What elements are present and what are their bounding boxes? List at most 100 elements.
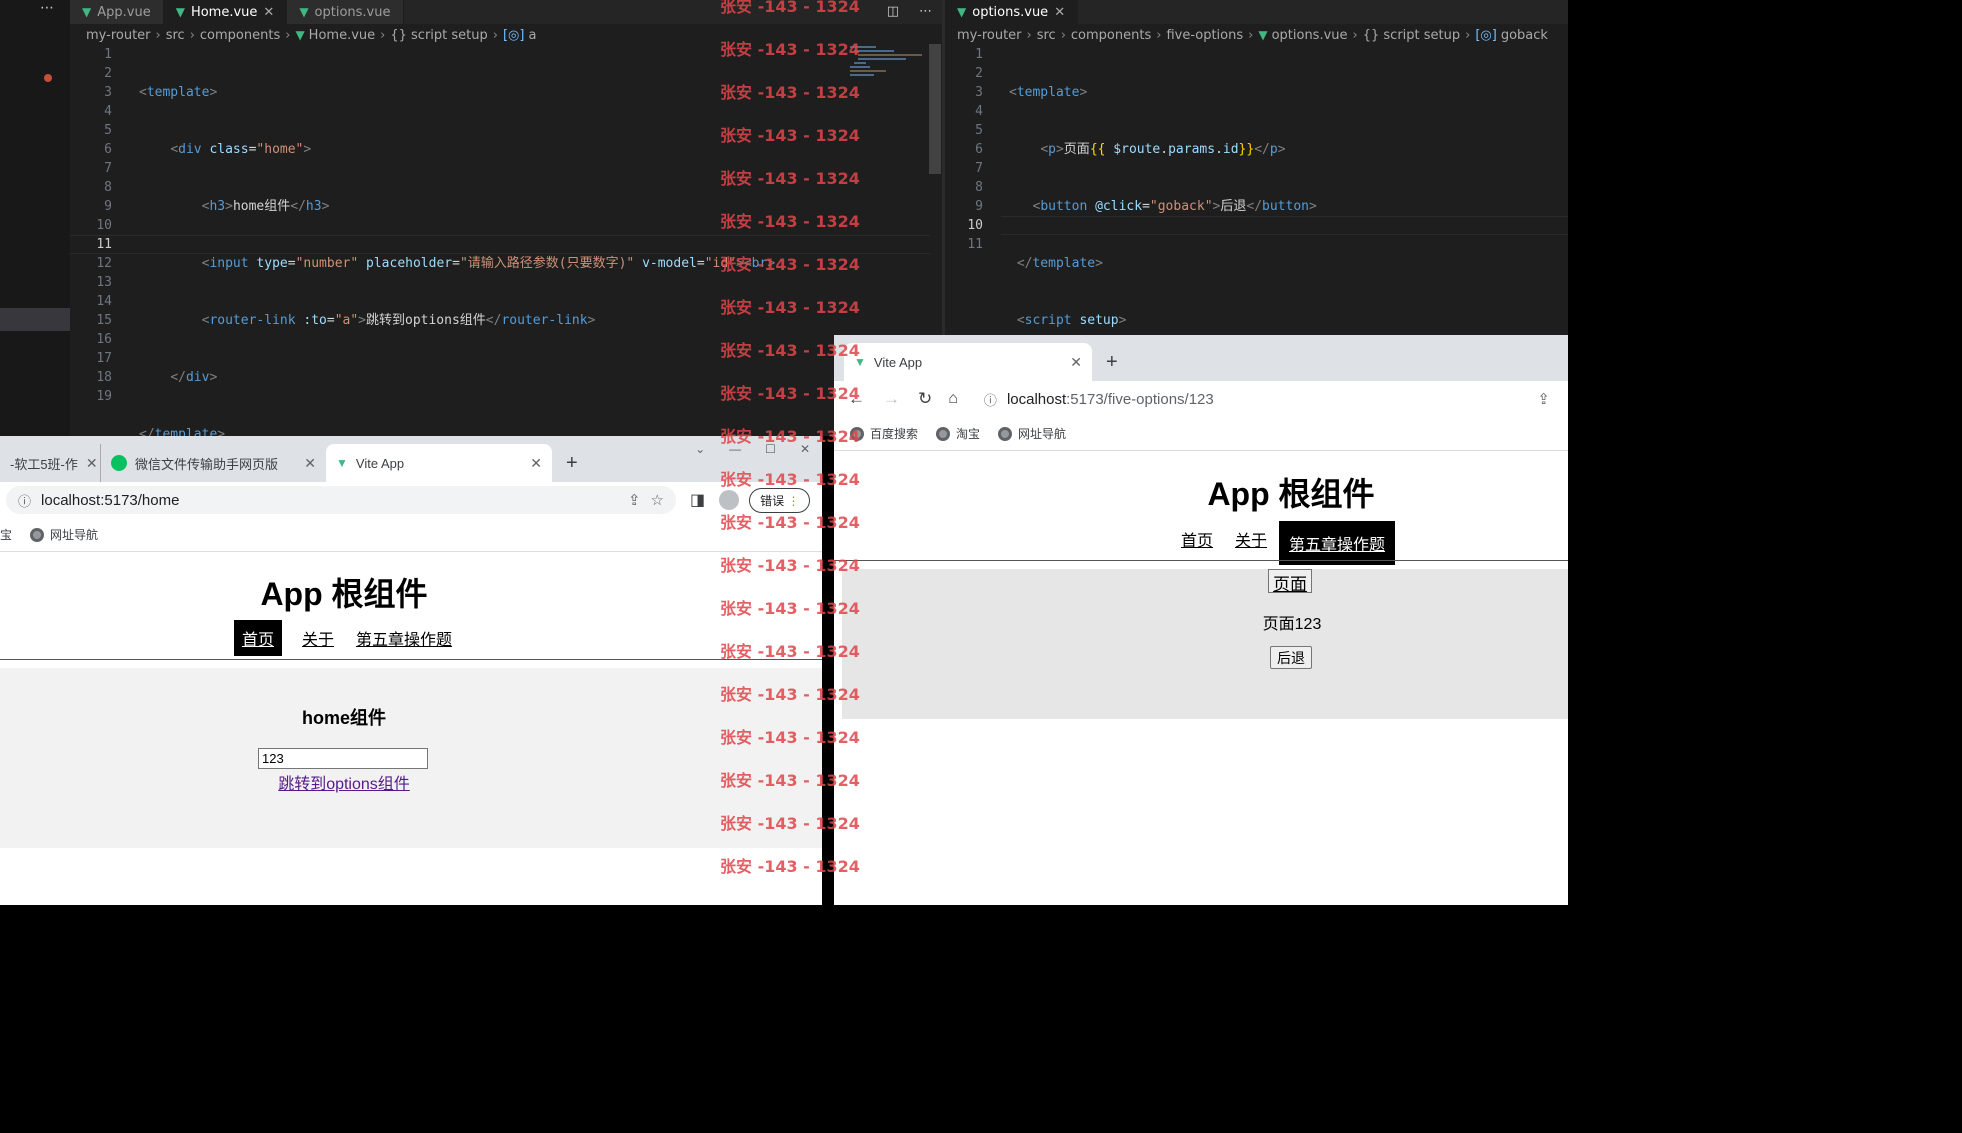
address-bar-right[interactable]: ⓘ localhost:5173/five-options/123 ⇪ xyxy=(971,385,1562,413)
crumb-script[interactable]: {} script setup xyxy=(1363,28,1460,43)
browser-toolbar: ⓘ localhost:5173/home ⇪ ☆ ◨ 错误 ⋮ xyxy=(0,482,822,518)
home-component: home组件 跳转到options组件 xyxy=(0,668,822,848)
nav-divider xyxy=(834,560,1568,561)
crumb-src[interactable]: src xyxy=(166,28,185,43)
address-bar[interactable]: ⓘ localhost:5173/home ⇪ ☆ xyxy=(6,486,676,514)
crumb-script[interactable]: {} script setup xyxy=(390,28,487,43)
crumb-folder[interactable]: five-options xyxy=(1166,28,1243,43)
tab-home-vue[interactable]: ▼ Home.vue ✕ xyxy=(163,0,288,24)
close-icon[interactable]: ✕ xyxy=(1070,354,1082,371)
watermark: 张安 -143 - 1324 xyxy=(720,212,860,231)
goback-button[interactable]: 后退 xyxy=(1270,646,1312,669)
watermark: 张安 -143 - 1324 xyxy=(720,642,860,661)
nav-about[interactable]: 关于 xyxy=(300,620,336,656)
browser-tabstrip: -软工5班-作 ✕ 微信文件传输助手网页版 ✕ ▼ Vite App ✕ + ⌄ — ☐… xyxy=(0,436,822,482)
breakpoint-dot[interactable] xyxy=(44,74,52,82)
variable-icon: [◎] xyxy=(1475,27,1497,43)
split-editor-icon[interactable]: ◫ xyxy=(877,0,909,24)
bookmark-taobao[interactable]: 淘宝 xyxy=(936,425,980,442)
watermark: 张安 -143 - 1324 xyxy=(720,470,860,489)
route-param-input[interactable] xyxy=(258,748,428,769)
bookmarks-bar: 淘宝 网址导航 xyxy=(0,518,822,552)
nav-chapter5[interactable]: 第五章操作题 xyxy=(354,620,454,656)
tab-options-vue-right[interactable]: ▼ options.vue ✕ xyxy=(945,0,1079,24)
code-area-right[interactable]: <template> <p>页面{{ $route.params.id}}</p… xyxy=(1009,45,1322,335)
browser-tab-2[interactable]: 微信文件传输助手网页版 ✕ xyxy=(100,444,326,482)
crumb-symbol[interactable]: a xyxy=(528,28,536,43)
watermark: 张安 -143 - 1324 xyxy=(720,599,860,618)
nav-about[interactable]: 关于 xyxy=(1233,521,1269,565)
share-icon[interactable]: ⇪ xyxy=(628,491,641,509)
crumb-project[interactable]: my-router xyxy=(86,28,151,43)
watermark: 张安 -143 - 1324 xyxy=(720,556,860,575)
crumb-src[interactable]: src xyxy=(1037,28,1056,43)
new-tab-icon[interactable]: + xyxy=(552,444,592,482)
browser-tab-vite-right[interactable]: ▼ Vite App ✕ xyxy=(844,343,1092,381)
bookmark-nav[interactable]: 网址导航 xyxy=(30,526,98,543)
share-icon[interactable]: ⇪ xyxy=(1537,390,1550,408)
page-button[interactable]: 页面 xyxy=(1268,569,1312,594)
editor-options-vue: ▼ options.vue ✕ my-router › src › components… xyxy=(945,0,1568,335)
new-tab-icon[interactable]: + xyxy=(1092,343,1132,381)
watermark: 张安 -143 - 1324 xyxy=(720,814,860,833)
tab-search-icon[interactable]: ⌄ xyxy=(683,436,717,462)
home-heading: home组件 xyxy=(301,708,386,728)
vue-icon: ▼ xyxy=(1258,28,1268,42)
app-title: App 根组件 xyxy=(260,576,428,612)
nav-home[interactable]: 首页 xyxy=(1179,521,1215,565)
crumb-components[interactable]: components xyxy=(1071,28,1151,43)
bookmark-taobao[interactable]: 淘宝 xyxy=(0,526,12,543)
browser-tabstrip-right: ▼ Vite App ✕ + xyxy=(834,335,1568,381)
forward-icon[interactable]: → xyxy=(883,389,900,409)
page-viewport: App 根组件 首页 关于 第五章操作题 home组件 跳转到options组件 xyxy=(0,553,822,905)
close-icon[interactable]: ✕ xyxy=(530,455,542,472)
star-icon[interactable]: ☆ xyxy=(651,491,664,509)
close-icon[interactable]: ✕ xyxy=(1054,5,1065,20)
crumb-file[interactable]: options.vue xyxy=(1272,28,1348,43)
close-icon[interactable]: ✕ xyxy=(86,455,98,472)
page-viewport-right: App 根组件 首页 关于 第五章操作题 页面 页面123 后退 xyxy=(834,452,1568,905)
globe-icon xyxy=(998,426,1013,441)
tab-options-vue[interactable]: ▼ options.vue xyxy=(287,0,404,24)
profile-icon[interactable] xyxy=(719,490,740,510)
watermark: 张安 -143 - 1324 xyxy=(720,169,860,188)
watermark: 张安 -143 - 1324 xyxy=(720,40,860,59)
more-icon[interactable]: ⋯ xyxy=(40,0,54,16)
watermark: 张安 -143 - 1324 xyxy=(720,771,860,790)
bookmark-nav[interactable]: 网址导航 xyxy=(998,425,1066,442)
nav-home[interactable]: 首页 xyxy=(233,620,282,656)
more-actions-icon[interactable]: ⋯ xyxy=(909,0,942,24)
app-nav: 首页 关于 第五章操作题 xyxy=(1179,521,1396,565)
options-link[interactable]: 跳转到options组件 xyxy=(0,770,688,794)
browser-tab-1[interactable]: -软工5班-作 ✕ xyxy=(0,444,100,482)
sidebar-icon[interactable]: ◨ xyxy=(690,490,705,510)
reload-icon[interactable]: ↻ xyxy=(918,389,932,409)
watermark: 张安 -143 - 1324 xyxy=(720,857,860,876)
crumb-file[interactable]: Home.vue xyxy=(309,28,375,43)
minimap[interactable] xyxy=(850,44,922,78)
crumb-project[interactable]: my-router xyxy=(957,28,1022,43)
options-component: 页面 页面123 后退 xyxy=(842,569,1568,719)
vue-icon: ▼ xyxy=(82,5,92,19)
watermark: 张安 -143 - 1324 xyxy=(720,728,860,747)
watermark: 张安 -143 - 1324 xyxy=(720,341,860,360)
nav-divider xyxy=(0,659,822,660)
crumb-symbol[interactable]: goback xyxy=(1501,28,1548,43)
line-numbers: 1 2 3 4 5 6 7 8 9 10 11 12 13 14 15 16 17 18 19 xyxy=(96,47,112,404)
vue-icon: ▼ xyxy=(295,28,305,42)
info-icon[interactable]: ⓘ xyxy=(18,491,31,510)
crumb-components[interactable]: components xyxy=(200,28,280,43)
page-param-text: 页面123 xyxy=(1262,616,1322,633)
bookmark-baidu[interactable]: 百度搜索 xyxy=(850,425,918,442)
close-icon[interactable]: ✕ xyxy=(263,5,274,20)
browser-tab-vite[interactable]: ▼ Vite App ✕ xyxy=(326,444,552,482)
home-icon[interactable]: ⌂ xyxy=(948,390,958,408)
vertical-scrollbar[interactable] xyxy=(929,44,941,174)
close-icon[interactable]: ✕ xyxy=(304,455,316,472)
info-icon[interactable]: ⓘ xyxy=(984,390,997,409)
nav-chapter5[interactable]: 第五章操作题 xyxy=(1279,521,1396,565)
globe-icon xyxy=(936,426,951,441)
vue-icon: ▼ xyxy=(957,5,967,19)
tab-app-vue[interactable]: ▼ App.vue xyxy=(70,0,164,24)
code-area[interactable]: <template> <div class="home"> <h3>home组件… xyxy=(139,45,775,436)
